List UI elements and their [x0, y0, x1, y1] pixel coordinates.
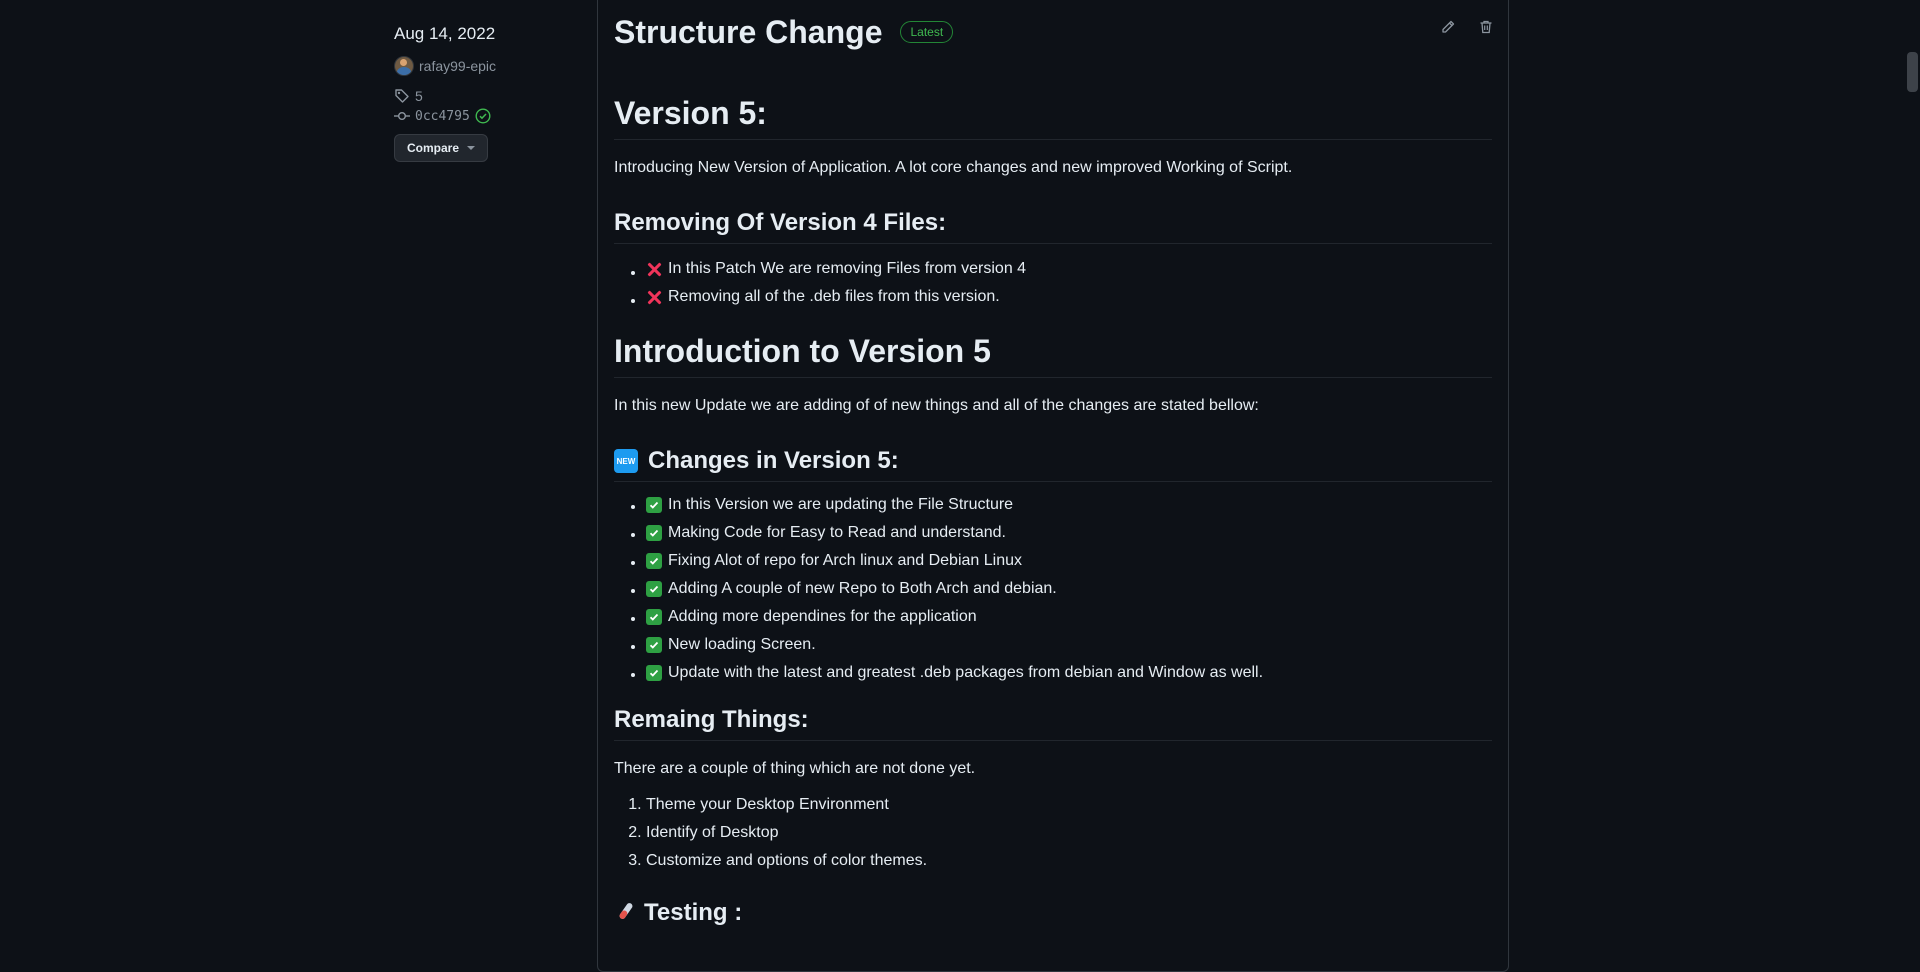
check-box-icon — [646, 497, 662, 513]
new-badge-icon: NEW — [614, 449, 638, 473]
list-item: Update with the latest and greatest .deb… — [646, 659, 1492, 687]
test-tube-icon — [614, 900, 634, 926]
list-item: Customize and options of color themes. — [646, 847, 1492, 875]
heading-remaining: Remaing Things: — [614, 706, 1492, 741]
release-title[interactable]: Structure Change — [614, 14, 882, 51]
list-item: Identify of Desktop — [646, 819, 1492, 847]
release-card: Structure Change Latest Version 5: Intro… — [597, 0, 1509, 972]
tag-link[interactable]: 5 — [394, 88, 574, 104]
list-item: Adding more dependines for the applicati… — [646, 603, 1492, 631]
list-item: Removing all of the .deb files from this… — [646, 283, 1492, 311]
list-item-text: Adding A couple of new Repo to Both Arch… — [668, 580, 1057, 597]
list-item-text: Removing all of the .deb files from this… — [668, 288, 1000, 305]
heading-testing: Testing : — [614, 899, 1492, 933]
list-item-text: In this Patch We are removing Files from… — [668, 260, 1027, 277]
list-item: In this Patch We are removing Files from… — [646, 255, 1492, 283]
list-item: Theme your Desktop Environment — [646, 791, 1492, 819]
author-link[interactable]: rafay99-epic — [394, 56, 574, 76]
release-sidebar: Aug 14, 2022 rafay99-epic 5 0cc4795 Comp… — [394, 24, 574, 162]
list-item: Adding A couple of new Repo to Both Arch… — [646, 575, 1492, 603]
release-body: Structure Change Latest Version 5: Intro… — [614, 1, 1492, 933]
commit-sha[interactable]: 0cc4795 — [415, 109, 470, 124]
compare-button[interactable]: Compare — [394, 134, 489, 162]
commit-icon — [394, 111, 410, 120]
update-paragraph: In this new Update we are adding of of n… — [614, 397, 1259, 414]
remaining-list: Theme your Desktop Environment Identify … — [614, 791, 1492, 875]
cross-mark-icon — [646, 289, 662, 305]
changes-list: In this Version we are updating the File… — [614, 491, 1492, 687]
chevron-down-icon — [467, 146, 476, 150]
commit-link[interactable]: 0cc4795 — [394, 108, 574, 124]
release-header: Structure Change Latest — [614, 1, 1492, 63]
avatar[interactable] — [394, 56, 414, 76]
page-scrollbar[interactable] — [1905, 0, 1920, 944]
remaining-paragraph: There are a couple of thing which are no… — [614, 760, 976, 777]
check-box-icon — [646, 665, 662, 681]
list-item-text: Adding more dependines for the applicati… — [668, 608, 977, 625]
release-date: Aug 14, 2022 — [394, 24, 496, 43]
removing-list: In this Patch We are removing Files from… — [614, 255, 1492, 311]
heading-version: Version 5: — [614, 95, 1492, 140]
list-item: Making Code for Easy to Read and underst… — [646, 519, 1492, 547]
scrollbar-thumb[interactable] — [1907, 52, 1918, 92]
check-box-icon — [646, 581, 662, 597]
list-item: Fixing Alot of repo for Arch linux and D… — [646, 547, 1492, 575]
heading-testing-text: Testing : — [644, 899, 743, 926]
author-name[interactable]: rafay99-epic — [419, 58, 496, 74]
check-box-icon — [646, 525, 662, 541]
list-item-text: Update with the latest and greatest .deb… — [668, 664, 1264, 681]
list-item-text: In this Version we are updating the File… — [668, 496, 1014, 513]
heading-changes-text: Changes in Version 5: — [648, 447, 899, 474]
list-item-text: New loading Screen. — [668, 636, 816, 653]
heading-removing: Removing Of Version 4 Files: — [614, 209, 1492, 244]
list-item-text: Fixing Alot of repo for Arch linux and D… — [668, 552, 1022, 569]
list-item: In this Version we are updating the File… — [646, 491, 1492, 519]
check-circle-icon — [475, 108, 491, 124]
list-item: New loading Screen. — [646, 631, 1492, 659]
compare-label: Compare — [407, 141, 460, 155]
latest-badge: Latest — [900, 21, 954, 43]
check-box-icon — [646, 637, 662, 653]
heading-introduction: Introduction to Version 5 — [614, 333, 1492, 378]
check-box-icon — [646, 609, 662, 625]
tag-name[interactable]: 5 — [415, 88, 423, 104]
cross-mark-icon — [646, 261, 662, 277]
heading-changes: NEW Changes in Version 5: — [614, 447, 1492, 482]
check-box-icon — [646, 553, 662, 569]
list-item-text: Making Code for Easy to Read and underst… — [668, 524, 1006, 541]
tag-icon — [395, 89, 409, 103]
intro-paragraph: Introducing New Version of Application. … — [614, 159, 1293, 176]
